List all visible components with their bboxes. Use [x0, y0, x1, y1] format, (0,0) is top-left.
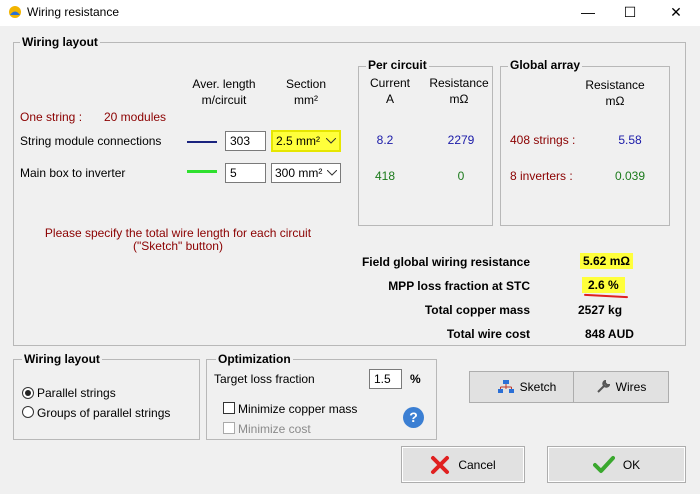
aver-length-header: Aver. length m/circuit [192, 77, 256, 107]
green-check-icon [592, 455, 615, 473]
section-header: Section mm² [285, 77, 327, 107]
sketch-icon [497, 380, 514, 393]
field-resistance-value: 5.62 mΩ [580, 253, 633, 269]
title-bar: Wiring resistance — ☐ ✕ [0, 0, 700, 26]
maximize-icon[interactable]: ☐ [608, 0, 652, 24]
string-line-swatch [187, 141, 217, 143]
chevron-down-icon [326, 138, 336, 144]
global-array-title: Global array [508, 58, 583, 72]
strings-resistance: 5.58 [618, 133, 642, 147]
main-box-section-select[interactable]: 300 mm² [271, 163, 341, 183]
inverters-resistance: 0.039 [614, 169, 646, 183]
minimize-copper-label[interactable]: Minimize copper mass [238, 402, 357, 416]
help-icon[interactable]: ? [403, 407, 424, 428]
sketch-button[interactable]: Sketch [469, 371, 585, 403]
groups-parallel-radio[interactable] [22, 406, 34, 418]
parallel-strings-label[interactable]: Parallel strings [37, 386, 116, 400]
mpp-loss-label: MPP loss fraction at STC [388, 279, 530, 293]
string-connections-label: String module connections [20, 134, 162, 148]
app-sun-icon [9, 6, 21, 18]
cancel-button[interactable]: Cancel [401, 446, 525, 483]
groups-parallel-label[interactable]: Groups of parallel strings [37, 406, 170, 420]
main-box-current: 418 [374, 169, 396, 183]
resistance-header: Resistance mΩ [429, 76, 489, 106]
mpp-loss-value: 2.6 % [582, 277, 625, 293]
minimize-cost-checkbox [223, 422, 235, 434]
main-box-resistance: 0 [457, 169, 465, 183]
copper-mass-value: 2527 kg [578, 303, 623, 317]
ok-button[interactable]: OK [547, 446, 686, 483]
per-circuit-title: Per circuit [366, 58, 429, 72]
parallel-strings-radio[interactable] [22, 387, 34, 399]
minimize-cost-label: Minimize cost [238, 422, 311, 436]
wire-cost-value: 848 AUD [585, 327, 634, 341]
string-current: 8.2 [376, 133, 394, 147]
main-box-label: Main box to inverter [20, 166, 126, 180]
wire-length-note: Please specify the total wire length for… [44, 226, 312, 253]
string-resistance: 2279 [447, 133, 475, 147]
copper-mass-label: Total copper mass [424, 303, 530, 317]
one-string-label: One string : [20, 110, 83, 124]
chevron-down-icon [327, 170, 337, 176]
main-box-length-input[interactable]: 5 [225, 163, 266, 183]
modules-count: 20 modules [104, 110, 167, 124]
string-length-input[interactable]: 303 [225, 131, 266, 151]
minimize-icon[interactable]: — [566, 0, 610, 24]
inverters-count-label: 8 inverters : [510, 169, 573, 183]
string-section-select[interactable]: 2.5 mm² [271, 130, 341, 152]
optimization-title: Optimization [216, 352, 293, 366]
main-box-line-swatch [187, 170, 217, 173]
red-x-icon [431, 455, 450, 474]
minimize-copper-checkbox[interactable] [223, 402, 235, 414]
close-icon[interactable]: ✕ [654, 0, 698, 24]
layout-options-title: Wiring layout [22, 352, 102, 366]
wiring-layout-title: Wiring layout [20, 35, 100, 49]
target-loss-unit: % [410, 372, 421, 386]
wires-button[interactable]: Wires [573, 371, 669, 403]
current-header: Current A [369, 76, 410, 106]
target-loss-input[interactable]: 1.5 [369, 369, 402, 389]
global-resistance-header: Resistance mΩ [585, 78, 645, 108]
window-title: Wiring resistance [27, 5, 120, 19]
field-resistance-label: Field global wiring resistance [361, 255, 530, 269]
target-loss-label: Target loss fraction [214, 372, 315, 386]
wrench-icon [596, 380, 610, 393]
strings-count-label: 408 strings : [510, 133, 576, 147]
wire-cost-label: Total wire cost [446, 327, 530, 341]
